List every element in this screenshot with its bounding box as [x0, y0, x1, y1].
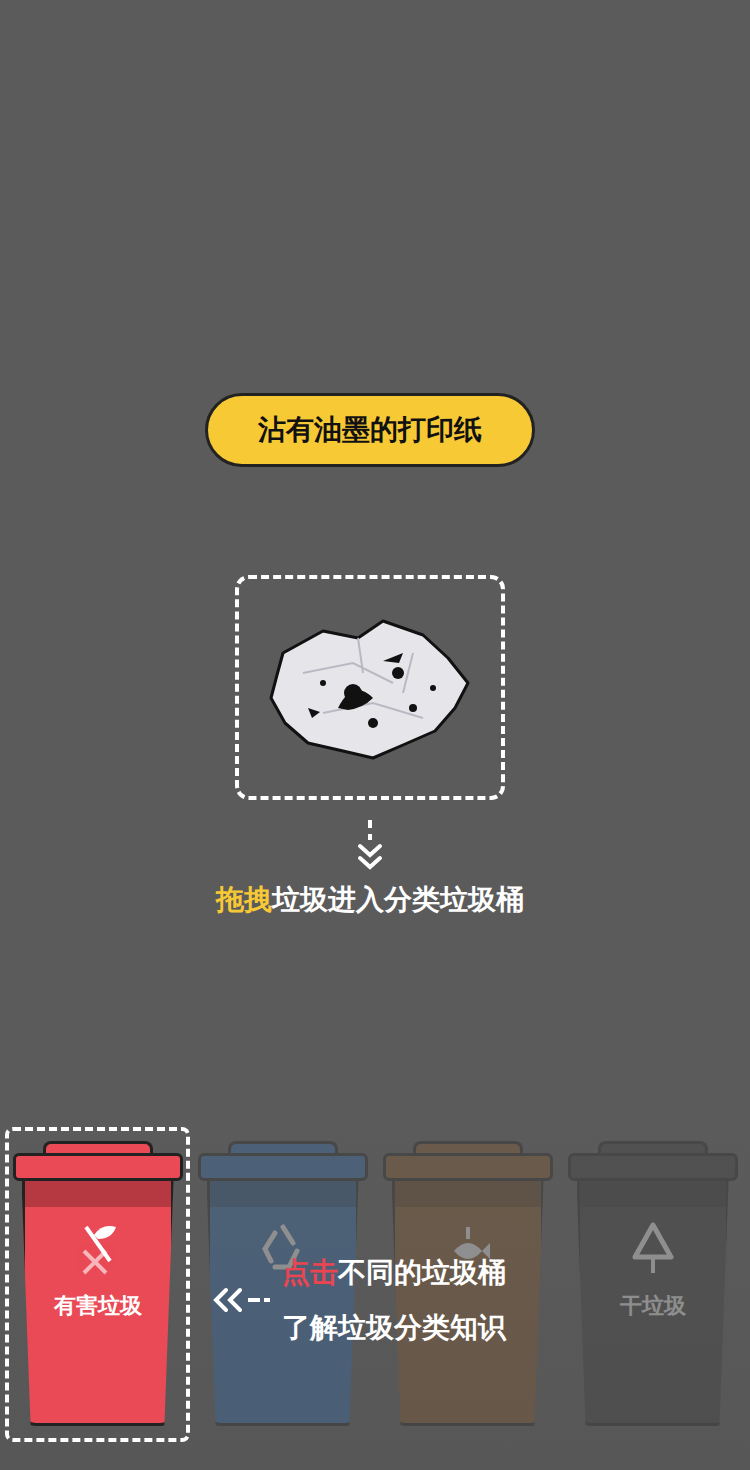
bin-handle	[598, 1141, 708, 1153]
down-arrow-icon	[355, 820, 385, 875]
left-arrow-icon	[212, 1285, 274, 1315]
bin-slot[interactable]: 干垃圾	[560, 1127, 745, 1442]
hazardous-icon	[76, 1221, 120, 1277]
trash-bin[interactable]: 有害垃圾	[22, 1181, 174, 1426]
hint-highlight: 点击	[282, 1256, 338, 1289]
trash-item[interactable]	[235, 575, 505, 800]
hint-line: 不同的垃圾桶	[338, 1256, 506, 1289]
prompt-bubble: 沾有油墨的打印纸	[205, 393, 535, 467]
bin-band	[395, 1181, 541, 1207]
bin-lid	[383, 1153, 553, 1181]
trash-bin[interactable]	[207, 1181, 359, 1426]
bin-lid	[13, 1153, 183, 1181]
instruction-text: 垃圾进入分类垃圾桶	[272, 883, 524, 916]
crumpled-paper-icon	[263, 613, 478, 763]
instruction-highlight: 拖拽	[216, 883, 272, 916]
bin-band	[25, 1181, 171, 1207]
instruction: 拖拽垃圾进入分类垃圾桶	[216, 879, 524, 921]
bin-label: 干垃圾	[620, 1289, 686, 1322]
bin-handle	[413, 1141, 523, 1153]
hint-line: 了解垃圾分类知识	[282, 1300, 506, 1355]
bin-area: 有害垃圾 干垃圾 点击不同的垃圾桶 了解垃圾分类知识	[0, 1127, 750, 1470]
hint-text: 点击不同的垃圾桶 了解垃圾分类知识	[282, 1245, 506, 1355]
bin-handle	[43, 1141, 153, 1153]
trash-bin[interactable]: 干垃圾	[577, 1181, 729, 1426]
game-stage: 沾有油墨的打印纸 拖拽垃圾进入分类垃圾桶 有害垃圾 干垃圾	[0, 0, 750, 1470]
bin-handle	[228, 1141, 338, 1153]
bin-lid	[568, 1153, 738, 1181]
trash-bin[interactable]	[392, 1181, 544, 1426]
dry-icon	[631, 1221, 675, 1277]
bin-slot[interactable]: 有害垃圾	[5, 1127, 190, 1442]
hint: 点击不同的垃圾桶 了解垃圾分类知识	[212, 1245, 506, 1355]
bin-band	[580, 1181, 726, 1207]
prompt-text: 沾有油墨的打印纸	[258, 409, 482, 451]
bin-label: 有害垃圾	[54, 1289, 142, 1322]
bin-lid	[198, 1153, 368, 1181]
bin-band	[210, 1181, 356, 1207]
